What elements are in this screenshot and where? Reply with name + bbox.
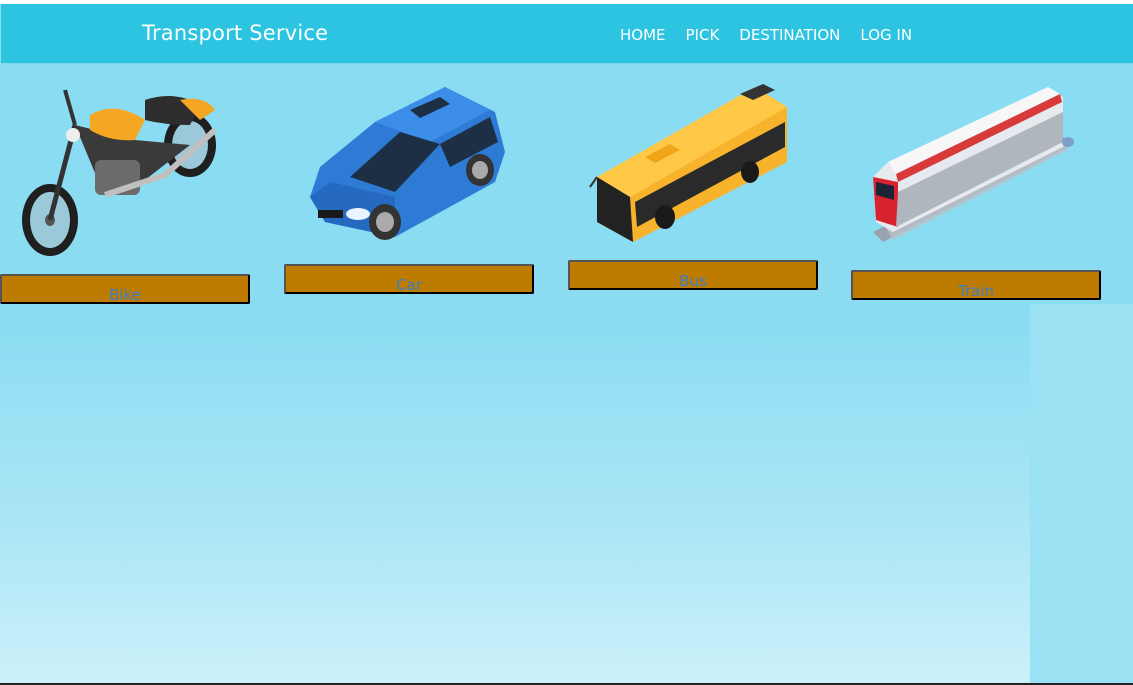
background-side [1030,304,1133,685]
train-button-label: Train [958,282,994,300]
nav-pick[interactable]: PICK [686,26,720,44]
bus-icon[interactable] [585,82,795,247]
bike-button[interactable]: Bike [0,274,250,304]
nav-login[interactable]: LOG IN [860,26,912,44]
car-button-label: Car [396,276,422,294]
car-button[interactable]: Car [284,264,534,294]
train-icon[interactable] [868,82,1078,252]
brand-title[interactable]: Transport Service [142,21,328,45]
navbar: Transport Service HOME PICK DESTINATION … [1,4,1133,64]
main-nav: HOME PICK DESTINATION LOG IN [620,26,912,44]
motorcycle-icon[interactable] [15,80,225,260]
car-icon[interactable] [300,82,510,247]
nav-destination[interactable]: DESTINATION [739,26,840,44]
bike-button-label: Bike [109,286,141,304]
background-panel [0,304,1030,685]
train-button[interactable]: Train [851,270,1101,300]
bus-button[interactable]: Bus [568,260,818,290]
bus-button-label: Bus [679,272,707,290]
nav-home[interactable]: HOME [620,26,666,44]
